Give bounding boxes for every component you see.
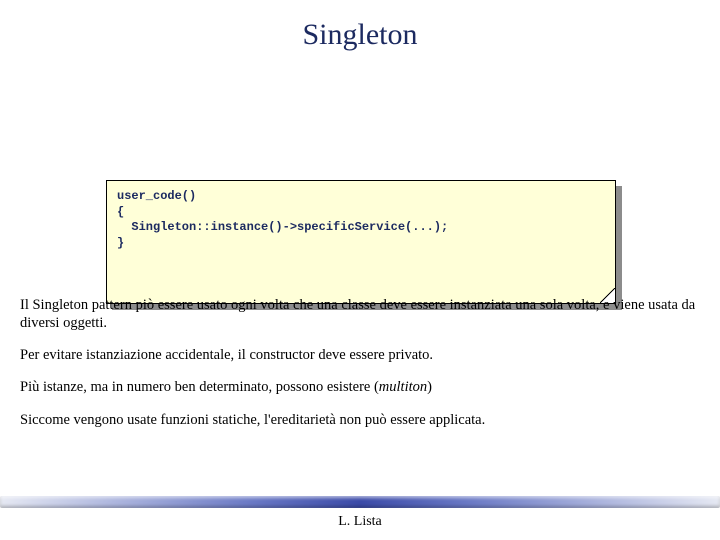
- code-line: user_code(): [117, 189, 196, 203]
- code-line: }: [117, 236, 124, 250]
- code-block: user_code() { Singleton::instance()->spe…: [106, 180, 616, 304]
- footer-divider: [0, 496, 720, 508]
- paragraph: Più istanze, ma in numero ben determinat…: [20, 378, 700, 396]
- paragraph: Siccome vengono usate funzioni statiche,…: [20, 411, 700, 429]
- slide: Singleton user_code() { Singleton::insta…: [0, 0, 720, 540]
- text-run: ): [427, 379, 432, 395]
- code-line: Singleton::instance()->specificService(.…: [117, 220, 448, 234]
- body-text: Il Singleton pattern piò essere usato og…: [20, 296, 700, 443]
- slide-title: Singleton: [26, 18, 694, 52]
- code-line: {: [117, 205, 124, 219]
- paragraph: Il Singleton pattern piò essere usato og…: [20, 296, 700, 332]
- text-run-italic: multiton: [379, 379, 427, 395]
- footer-author: L. Lista: [0, 514, 720, 530]
- paragraph: Per evitare istanziazione accidentale, i…: [20, 346, 700, 364]
- code-note: user_code() { Singleton::instance()->spe…: [106, 180, 616, 304]
- text-run: Più istanze, ma in numero ben determinat…: [20, 379, 379, 395]
